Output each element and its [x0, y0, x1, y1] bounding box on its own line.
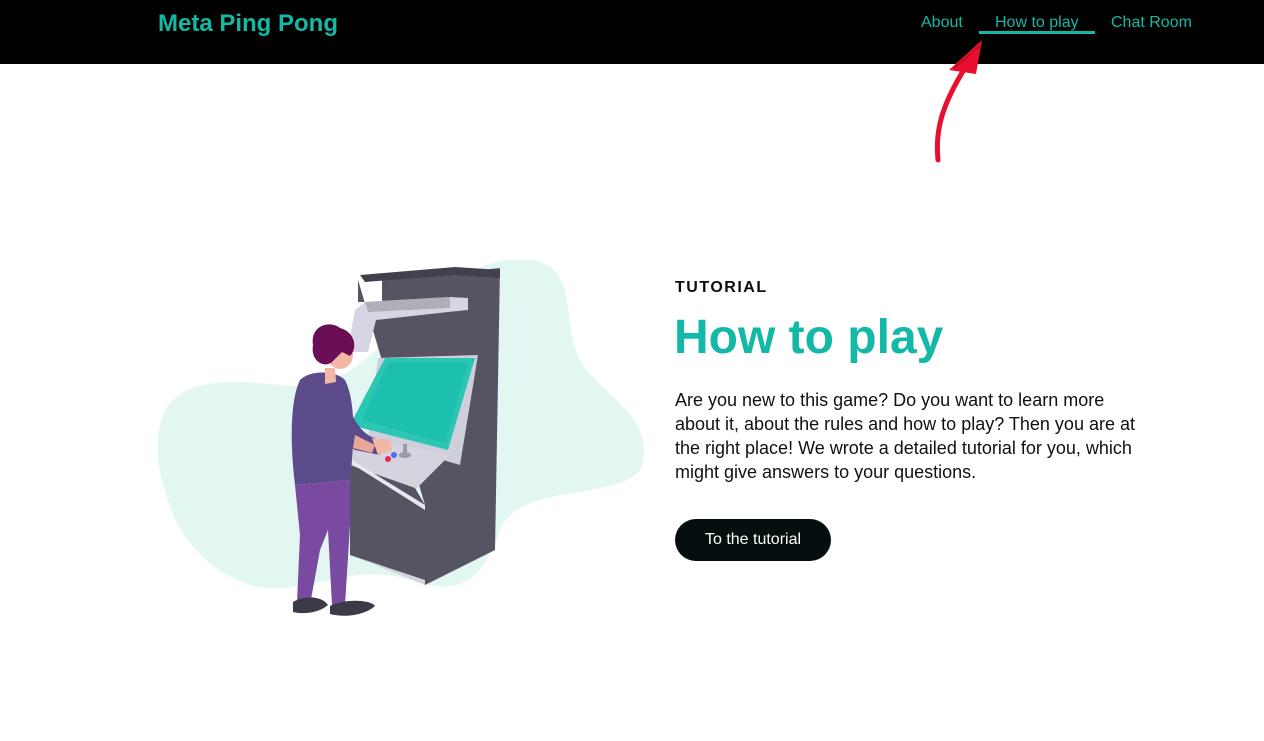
- page-title: How to play: [674, 311, 944, 364]
- brand-logo-link[interactable]: Meta Ping Pong: [158, 10, 338, 38]
- to-the-tutorial-button[interactable]: To the tutorial: [675, 519, 831, 561]
- section-eyebrow: TUTORIAL: [675, 279, 768, 296]
- navbar: Meta Ping Pong About How to play Chat Ro…: [0, 0, 1264, 64]
- nav-link-how-to-play[interactable]: How to play: [995, 14, 1079, 32]
- intro-paragraph: Are you new to this game? Do you want to…: [675, 390, 1135, 482]
- nav-link-chat-room[interactable]: Chat Room: [1111, 14, 1192, 32]
- arcade-player-illustration: [157, 259, 644, 616]
- red-arrow-icon: [934, 40, 982, 163]
